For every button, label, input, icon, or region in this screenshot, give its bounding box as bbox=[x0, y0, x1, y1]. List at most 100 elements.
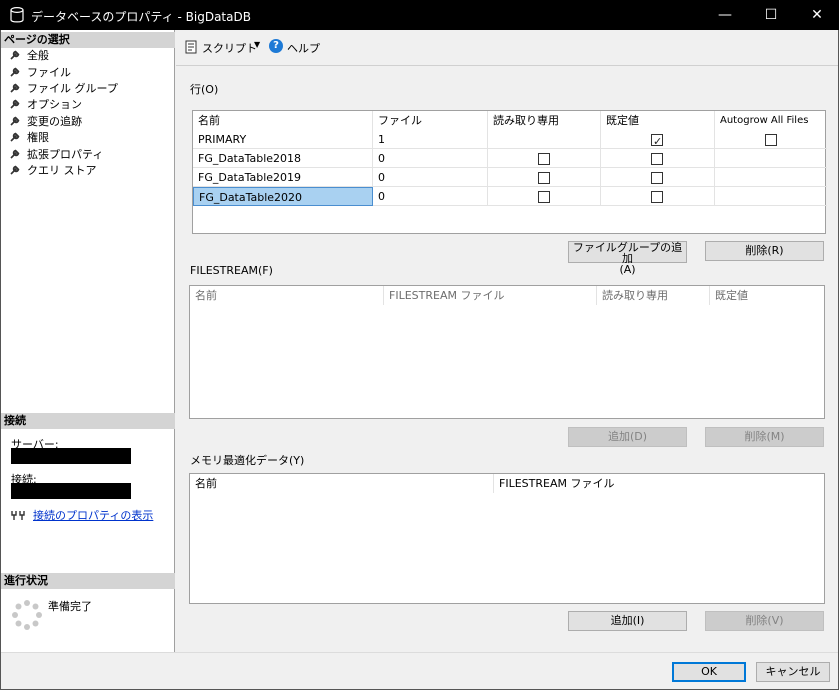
progress-header: 進行状況 bbox=[1, 573, 175, 589]
column-header-filestream-files: FILESTREAM ファイル bbox=[384, 286, 597, 305]
sidebar-item-permissions[interactable]: 権限 bbox=[9, 130, 49, 146]
add-filegroup-label-line1: ファイルグループの追加 bbox=[572, 241, 683, 265]
column-header-readonly[interactable]: 読み取り専用 bbox=[488, 111, 601, 130]
sidebar-item-general[interactable]: 全般 bbox=[9, 48, 49, 64]
wrench-icon bbox=[10, 149, 20, 159]
script-button[interactable]: スクリプト bbox=[202, 40, 257, 56]
readonly-cell bbox=[488, 168, 601, 187]
filegroup-files-cell: 0 bbox=[373, 187, 488, 206]
column-header-default[interactable]: 既定値 bbox=[601, 111, 715, 130]
filegroup-name-cell-selected[interactable]: FG_DataTable2020 bbox=[193, 187, 373, 206]
filegroup-files-cell: 0 bbox=[373, 168, 488, 187]
help-button[interactable]: ヘルプ bbox=[287, 40, 320, 56]
sidebar-item-filegroups[interactable]: ファイル グループ bbox=[9, 81, 118, 97]
toolbar: スクリプト ▼ ? ヘルプ bbox=[176, 30, 838, 66]
autogrow-checkbox[interactable] bbox=[765, 134, 777, 146]
default-cell bbox=[601, 149, 715, 168]
wrench-icon bbox=[10, 99, 20, 109]
readonly-checkbox[interactable] bbox=[538, 153, 550, 165]
sidebar-item-query-store[interactable]: クエリ ストア bbox=[9, 163, 97, 179]
sidebar-item-label: ファイル bbox=[27, 66, 71, 79]
cancel-button[interactable]: キャンセル bbox=[756, 662, 830, 682]
readonly-cell bbox=[488, 149, 601, 168]
memory-optimized-section-label: メモリ最適化データ(Y) bbox=[190, 454, 305, 467]
dialog-footer: OK キャンセル bbox=[1, 652, 838, 689]
sidebar-item-label: オプション bbox=[27, 98, 82, 111]
sidebar-item-label: 変更の追跡 bbox=[27, 115, 82, 128]
wrench-icon bbox=[10, 132, 20, 142]
database-icon bbox=[10, 7, 24, 23]
column-header-autogrow[interactable]: Autogrow All Files bbox=[715, 111, 827, 130]
column-header-default: 既定値 bbox=[715, 289, 748, 302]
sidebar-item-files[interactable]: ファイル bbox=[9, 65, 71, 81]
readonly-checkbox[interactable] bbox=[538, 172, 550, 184]
filegroup-grid[interactable]: 名前 ファイル 読み取り専用 既定値 Autogrow All Files PR… bbox=[192, 110, 827, 234]
autogrow-cell-empty bbox=[715, 149, 827, 168]
readonly-checkbox[interactable] bbox=[538, 191, 550, 203]
sidebar-item-label: 拡張プロパティ bbox=[27, 148, 104, 161]
minimize-icon[interactable]: — bbox=[702, 0, 748, 30]
memory-optimized-grid[interactable]: 名前 FILESTREAM ファイル bbox=[189, 473, 825, 604]
default-cell bbox=[601, 187, 715, 206]
default-checkbox[interactable] bbox=[651, 132, 663, 151]
filegroup-name-cell[interactable]: PRIMARY bbox=[193, 130, 373, 149]
default-checkbox[interactable] bbox=[651, 172, 663, 184]
wrench-icon bbox=[10, 50, 20, 60]
script-icon[interactable] bbox=[184, 40, 198, 54]
page-select-header: ページの選択 bbox=[1, 32, 175, 48]
filestream-section-label: FILESTREAM(F) bbox=[190, 264, 273, 277]
add-filegroup-button[interactable]: ファイルグループの追加 (A) bbox=[568, 241, 687, 275]
column-header-name: 名前 bbox=[190, 286, 384, 305]
window-title: データベースのプロパティ - BigDataDB bbox=[31, 10, 251, 24]
default-checkbox[interactable] bbox=[651, 153, 663, 165]
main-content: 行(O) 名前 ファイル 読み取り専用 既定値 Autogrow All Fil… bbox=[176, 67, 838, 652]
connection-value-redacted bbox=[11, 483, 131, 499]
filestream-grid[interactable]: 名前 FILESTREAM ファイル 読み取り専用 既定値 bbox=[189, 285, 825, 419]
add-filegroup-label-line2: (A) bbox=[619, 263, 636, 276]
readonly-cell-empty bbox=[488, 130, 601, 149]
sidebar-item-change-tracking[interactable]: 変更の追跡 bbox=[9, 114, 82, 130]
autogrow-cell-empty bbox=[715, 168, 827, 187]
autogrow-cell-empty bbox=[715, 187, 827, 206]
left-panel: ページの選択 全般 ファイル ファイル グループ オプション 変更の追跡 権限 … bbox=[1, 30, 175, 652]
sidebar-item-label: ファイル グループ bbox=[27, 82, 118, 95]
default-checkbox[interactable] bbox=[651, 191, 663, 203]
sidebar-item-extended-properties[interactable]: 拡張プロパティ bbox=[9, 147, 103, 163]
default-cell bbox=[601, 130, 715, 151]
wrench-icon bbox=[10, 116, 20, 126]
sidebar-item-label: 全般 bbox=[27, 49, 49, 62]
remove-filestream-button[interactable]: 削除(M) bbox=[705, 427, 824, 447]
rows-section-label: 行(O) bbox=[190, 83, 219, 96]
add-filestream-button[interactable]: 追加(D) bbox=[568, 427, 687, 447]
wrench-icon bbox=[10, 67, 20, 77]
column-header-name[interactable]: 名前 bbox=[193, 111, 373, 130]
sidebar-item-options[interactable]: オプション bbox=[9, 97, 82, 113]
remove-memory-button[interactable]: 削除(V) bbox=[705, 611, 824, 631]
maximize-icon[interactable]: ☐ bbox=[748, 0, 794, 30]
sidebar-item-label: クエリ ストア bbox=[27, 164, 97, 177]
wrench-icon bbox=[10, 165, 20, 175]
progress-spinner-icon bbox=[12, 600, 42, 630]
server-value-redacted bbox=[11, 448, 131, 464]
default-cell bbox=[601, 168, 715, 187]
progress-status: 準備完了 bbox=[48, 600, 92, 613]
column-header-filestream-files: FILESTREAM ファイル bbox=[499, 477, 615, 490]
sidebar-item-label: 権限 bbox=[27, 131, 49, 144]
remove-filegroup-button[interactable]: 削除(R) bbox=[705, 241, 824, 261]
readonly-cell bbox=[488, 187, 601, 206]
connection-header: 接続 bbox=[1, 413, 175, 429]
filegroup-files-cell: 1 bbox=[373, 130, 488, 149]
chevron-down-icon[interactable]: ▼ bbox=[254, 40, 260, 49]
ok-button[interactable]: OK bbox=[672, 662, 746, 682]
close-icon[interactable]: ✕ bbox=[794, 0, 839, 30]
add-memory-button[interactable]: 追加(I) bbox=[568, 611, 687, 631]
help-icon[interactable]: ? bbox=[269, 39, 283, 53]
connection-icon bbox=[11, 511, 25, 520]
autogrow-cell bbox=[715, 130, 827, 149]
filegroup-name-cell[interactable]: FG_DataTable2019 bbox=[193, 168, 373, 187]
filegroup-name-cell[interactable]: FG_DataTable2018 bbox=[193, 149, 373, 168]
column-header-name: 名前 bbox=[190, 474, 494, 493]
column-header-files[interactable]: ファイル bbox=[373, 111, 488, 130]
title-bar: データベースのプロパティ - BigDataDB — ☐ ✕ bbox=[0, 0, 839, 30]
view-connection-properties-link[interactable]: 接続のプロパティの表示 bbox=[33, 507, 153, 523]
